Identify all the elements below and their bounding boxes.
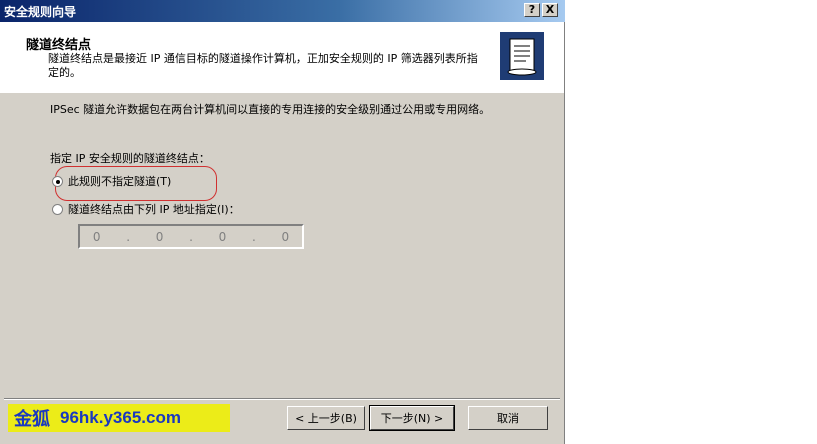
radio-button[interactable] (52, 203, 63, 215)
back-button[interactable]: < 上一步(B) (287, 406, 365, 430)
page-description: 隧道终结点是最接近 IP 通信目标的隧道操作计算机，正加安全规则的 IP 筛选器… (48, 52, 478, 79)
tunnel-group-label: 指定 IP 安全规则的隧道终结点： (50, 152, 210, 165)
ip-tunnel-option[interactable]: 隧道终结点由下列 IP 地址指定(I)： (52, 201, 240, 217)
watermark-name: 金狐 (14, 409, 50, 430)
window-title: 安全规则向导 (4, 5, 77, 19)
page-title: 隧道终结点 (26, 38, 92, 53)
no-tunnel-label: 此规则不指定隧道(T) (68, 175, 172, 188)
wizard-header: 隧道终结点 隧道终结点是最接近 IP 通信目标的隧道操作计算机，正加安全规则的 … (0, 22, 564, 93)
radio-button-selected[interactable] (52, 175, 63, 187)
ip-dot: . (251, 229, 256, 244)
watermark-logo: 金狐 96hk.y365.com (8, 404, 230, 432)
title-bar[interactable]: 安全规则向导 ? X (0, 0, 565, 22)
close-button[interactable]: X (542, 3, 558, 17)
header-divider (0, 92, 564, 93)
next-button[interactable]: 下一步(N) > (369, 405, 455, 431)
wizard-window: 安全规则向导 ? X 隧道终结点 隧道终结点是最接近 IP 通信目标的隧道操作计… (0, 0, 565, 444)
ip-tunnel-label: 隧道终结点由下列 IP 地址指定(I)： (68, 203, 240, 216)
ip-dot: . (189, 229, 193, 244)
no-tunnel-option[interactable]: 此规则不指定隧道(T) (52, 173, 171, 189)
footer-divider (4, 398, 560, 400)
cancel-button[interactable]: 取消 (468, 406, 548, 430)
ip-octet-2: 0 (155, 229, 164, 244)
ip-octet-4: 0 (281, 229, 290, 244)
help-button[interactable]: ? (524, 3, 540, 17)
scroll-document-icon (500, 32, 544, 80)
ip-address-field[interactable]: 0 . 0 . 0 . 0 (78, 224, 304, 249)
intro-text: IPSec 隧道允许数据包在两台计算机间以直接的专用连接的安全级别通过公用或专用… (50, 103, 491, 116)
ip-octet-1: 0 (92, 229, 101, 244)
ip-octet-3: 0 (218, 229, 227, 244)
watermark-url: 96hk.y365.com (60, 408, 181, 427)
ip-dot: . (126, 229, 131, 244)
